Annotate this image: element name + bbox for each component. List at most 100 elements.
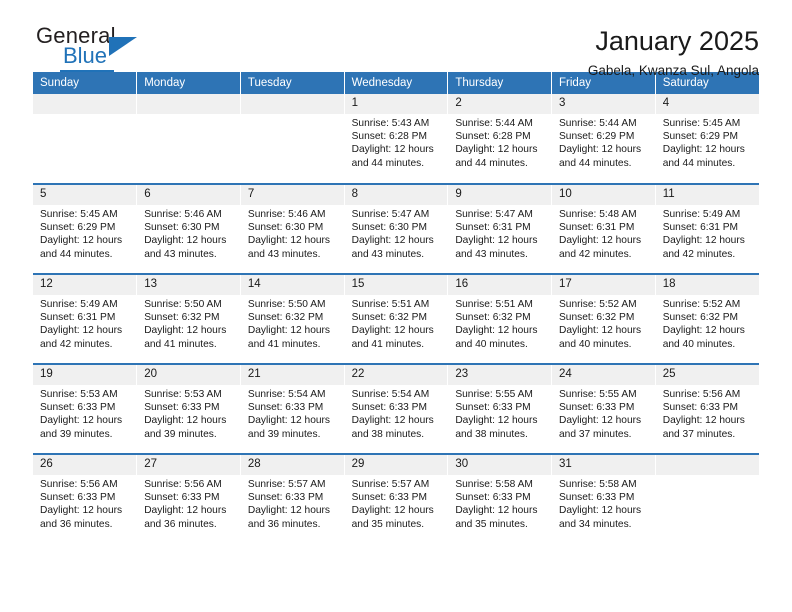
calendar-day-cell[interactable]: 6 Sunrise: 5:46 AM Sunset: 6:30 PM Daylight…	[136, 183, 241, 274]
day-number: 9	[448, 185, 552, 205]
day-number: 31	[552, 455, 655, 475]
sunrise-text: Sunrise: 5:54 AM	[247, 389, 326, 400]
day-info: Sunrise: 5:53 AM Sunset: 6:33 PM Daylight:…	[137, 385, 240, 441]
daylight-text-line2: and 37 minutes.	[559, 428, 632, 440]
calendar-day-cell[interactable]: 17 Sunrise: 5:52 AM Sunset: 6:32 PM Dayligh…	[551, 273, 656, 364]
day-number: 2	[448, 94, 552, 114]
sunrise-text: Sunrise: 5:46 AM	[247, 209, 326, 220]
calendar-day-cell[interactable]: 2 Sunrise: 5:44 AM Sunset: 6:28 PM Daylight…	[447, 94, 553, 184]
daylight-text-line1: Daylight: 12 hours	[662, 235, 745, 247]
day-info: Sunrise: 5:50 AM Sunset: 6:32 PM Daylight:…	[137, 295, 240, 351]
calendar-day-cell[interactable]: 21 Sunrise: 5:54 AM Sunset: 6:33 PM Dayligh…	[240, 363, 345, 454]
day-number: 22	[344, 365, 448, 385]
calendar-day-cell[interactable]: 20 Sunrise: 5:53 AM Sunset: 6:33 PM Dayligh…	[136, 363, 241, 454]
sunrise-text: Sunrise: 5:51 AM	[351, 299, 430, 310]
daylight-text-line2: and 38 minutes.	[455, 428, 528, 440]
sunset-text: Sunset: 6:33 PM	[144, 492, 220, 504]
calendar-day-cell[interactable]: 30 Sunrise: 5:58 AM Sunset: 6:33 PM Dayligh…	[447, 453, 553, 544]
general-blue-logo[interactable]: General Blue	[33, 24, 163, 72]
calendar-day-cell-empty	[33, 94, 138, 184]
calendar-day-cell[interactable]: 16 Sunrise: 5:51 AM Sunset: 6:32 PM Dayligh…	[447, 273, 553, 364]
day-number: 24	[552, 365, 655, 385]
weekday-header-wednesday: Wednesday	[344, 72, 449, 94]
daylight-text-line2: and 44 minutes.	[351, 157, 425, 169]
calendar-day-cell[interactable]: 9 Sunrise: 5:47 AM Sunset: 6:31 PM Daylight…	[447, 183, 553, 274]
day-info: Sunrise: 5:54 AM Sunset: 6:33 PM Daylight:…	[241, 385, 344, 441]
day-info: Sunrise: 5:52 AM Sunset: 6:32 PM Daylight:…	[552, 295, 655, 351]
sunset-text: Sunset: 6:32 PM	[662, 312, 739, 324]
daylight-text-line2: and 37 minutes.	[662, 428, 736, 440]
daylight-text-line2: and 44 minutes.	[662, 157, 736, 169]
day-number: 29	[344, 455, 448, 475]
calendar-day-cell[interactable]: 10 Sunrise: 5:48 AM Sunset: 6:31 PM Dayligh…	[551, 183, 656, 274]
day-info: Sunrise: 5:47 AM Sunset: 6:30 PM Daylight:…	[345, 205, 448, 261]
daylight-text-line1: Daylight: 12 hours	[247, 325, 331, 337]
daylight-text-line2: and 41 minutes.	[247, 338, 321, 350]
sunset-text: Sunset: 6:30 PM	[144, 222, 220, 234]
calendar-day-cell[interactable]: 27 Sunrise: 5:56 AM Sunset: 6:33 PM Dayligh…	[136, 453, 241, 544]
day-number: 18	[655, 275, 759, 295]
calendar-day-cell[interactable]: 14 Sunrise: 5:50 AM Sunset: 6:32 PM Dayligh…	[240, 273, 345, 364]
calendar-day-cell[interactable]: 1 Sunrise: 5:43 AM Sunset: 6:28 PM Daylight…	[344, 94, 449, 184]
calendar-day-cell[interactable]: 11 Sunrise: 5:49 AM Sunset: 6:31 PM Dayligh…	[655, 183, 759, 274]
sunrise-text: Sunrise: 5:56 AM	[144, 479, 222, 490]
daylight-text-line1: Daylight: 12 hours	[351, 415, 434, 427]
sunset-text: Sunset: 6:33 PM	[455, 492, 531, 504]
day-number: 4	[655, 94, 759, 114]
daylight-text-line1: Daylight: 12 hours	[351, 144, 434, 156]
sunrise-text: Sunrise: 5:52 AM	[662, 299, 741, 310]
daylight-text-line2: and 43 minutes.	[144, 248, 217, 260]
calendar-day-cell[interactable]: 18 Sunrise: 5:52 AM Sunset: 6:32 PM Dayligh…	[655, 273, 759, 364]
weekday-header-thursday: Thursday	[447, 72, 553, 94]
sunrise-text: Sunrise: 5:47 AM	[351, 209, 430, 220]
calendar-day-cell[interactable]: 15 Sunrise: 5:51 AM Sunset: 6:32 PM Dayligh…	[344, 273, 449, 364]
daylight-text-line2: and 40 minutes.	[559, 338, 632, 350]
logo-triangle-icon	[109, 37, 137, 56]
calendar-day-cell-empty	[240, 94, 345, 184]
calendar-day-cell[interactable]: 7 Sunrise: 5:46 AM Sunset: 6:30 PM Daylight…	[240, 183, 345, 274]
calendar-day-cell[interactable]: 23 Sunrise: 5:55 AM Sunset: 6:33 PM Dayligh…	[447, 363, 553, 454]
daylight-text-line1: Daylight: 12 hours	[40, 325, 123, 337]
day-number: 13	[137, 275, 240, 295]
daylight-text-line1: Daylight: 12 hours	[455, 325, 538, 337]
calendar-day-cell[interactable]: 31 Sunrise: 5:58 AM Sunset: 6:33 PM Dayligh…	[551, 453, 656, 544]
calendar-day-cell[interactable]: 25 Sunrise: 5:56 AM Sunset: 6:33 PM Dayligh…	[655, 363, 759, 454]
daylight-text-line1: Daylight: 12 hours	[662, 325, 745, 337]
day-number: 1	[344, 94, 448, 114]
day-number: 19	[33, 365, 137, 385]
daylight-text-line1: Daylight: 12 hours	[247, 505, 331, 517]
calendar-day-cell[interactable]: 24 Sunrise: 5:55 AM Sunset: 6:33 PM Dayligh…	[551, 363, 656, 454]
day-number: 8	[344, 185, 448, 205]
weekday-header-monday: Monday	[136, 72, 241, 94]
calendar-day-cell[interactable]: 29 Sunrise: 5:57 AM Sunset: 6:33 PM Dayligh…	[344, 453, 449, 544]
daylight-text-line2: and 39 minutes.	[247, 428, 321, 440]
calendar-day-cell[interactable]: 28 Sunrise: 5:57 AM Sunset: 6:33 PM Dayligh…	[240, 453, 345, 544]
calendar-day-cell[interactable]: 8 Sunrise: 5:47 AM Sunset: 6:30 PM Daylight…	[344, 183, 449, 274]
calendar-day-cell[interactable]: 22 Sunrise: 5:54 AM Sunset: 6:33 PM Dayligh…	[344, 363, 449, 454]
calendar-day-cell[interactable]: 26 Sunrise: 5:56 AM Sunset: 6:33 PM Dayligh…	[33, 453, 138, 544]
sunset-text: Sunset: 6:33 PM	[662, 402, 739, 414]
daylight-text-line1: Daylight: 12 hours	[144, 325, 227, 337]
calendar-day-cell-empty	[655, 453, 759, 544]
sunrise-text: Sunrise: 5:44 AM	[455, 118, 533, 129]
day-info: Sunrise: 5:51 AM Sunset: 6:32 PM Daylight:…	[448, 295, 551, 351]
sunrise-text: Sunrise: 5:55 AM	[455, 389, 533, 400]
calendar-page: General Blue January 2025 Gabela, Kwanza…	[0, 0, 792, 612]
calendar-day-cell[interactable]: 4 Sunrise: 5:45 AM Sunset: 6:29 PM Daylight…	[655, 94, 759, 184]
calendar-day-cell[interactable]: 3 Sunrise: 5:44 AM Sunset: 6:29 PM Daylight…	[551, 94, 656, 184]
sunset-text: Sunset: 6:32 PM	[247, 312, 324, 324]
day-info: Sunrise: 5:49 AM Sunset: 6:31 PM Daylight:…	[33, 295, 136, 351]
sunset-text: Sunset: 6:32 PM	[559, 312, 635, 324]
day-info: Sunrise: 5:57 AM Sunset: 6:33 PM Daylight:…	[345, 475, 448, 531]
calendar-day-cell[interactable]: 12 Sunrise: 5:49 AM Sunset: 6:31 PM Dayligh…	[33, 273, 138, 364]
day-number: 26	[33, 455, 137, 475]
day-info: Sunrise: 5:52 AM Sunset: 6:32 PM Daylight:…	[656, 295, 759, 351]
calendar-day-cell[interactable]: 19 Sunrise: 5:53 AM Sunset: 6:33 PM Dayligh…	[33, 363, 138, 454]
calendar-day-cell[interactable]: 5 Sunrise: 5:45 AM Sunset: 6:29 PM Daylight…	[33, 183, 138, 274]
day-info: Sunrise: 5:51 AM Sunset: 6:32 PM Daylight:…	[345, 295, 448, 351]
day-info: Sunrise: 5:44 AM Sunset: 6:29 PM Daylight:…	[552, 114, 655, 170]
day-number: 30	[448, 455, 552, 475]
daylight-text-line1: Daylight: 12 hours	[559, 144, 642, 156]
daylight-text-line1: Daylight: 12 hours	[144, 505, 227, 517]
calendar-day-cell[interactable]: 13 Sunrise: 5:50 AM Sunset: 6:32 PM Dayligh…	[136, 273, 241, 364]
